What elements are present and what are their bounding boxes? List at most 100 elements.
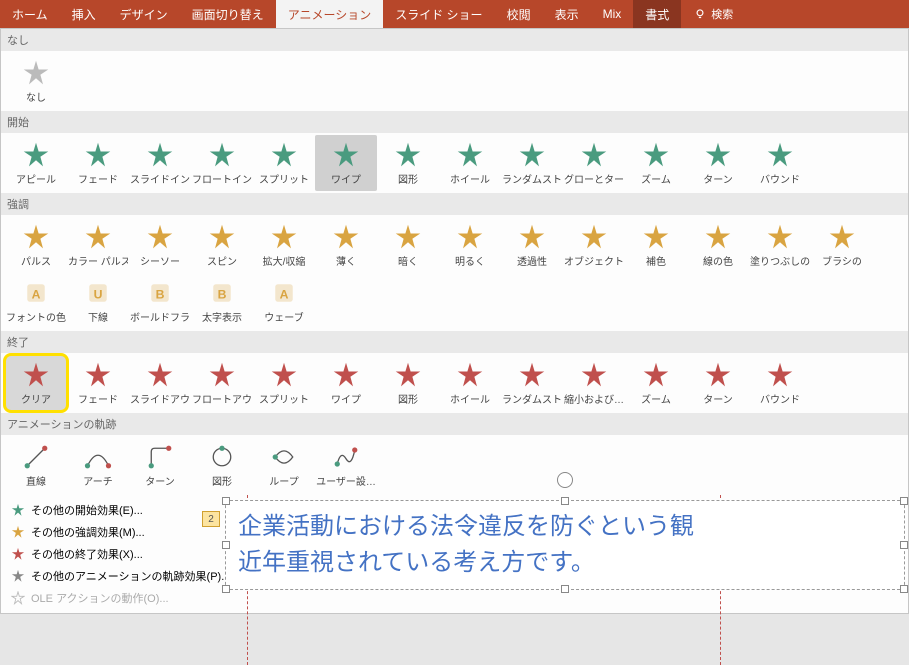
anim-effect-スプリット[interactable]: スプリット bbox=[253, 135, 315, 191]
svg-text:B: B bbox=[218, 287, 227, 301]
anim-effect-オブジェクト …[interactable]: オブジェクト … bbox=[563, 217, 625, 273]
tab-mix[interactable]: Mix bbox=[591, 0, 634, 28]
anim-effect-ワイプ[interactable]: ワイプ bbox=[315, 355, 377, 411]
anim-effect-フェード[interactable]: フェード bbox=[67, 135, 129, 191]
anim-effect-図形[interactable]: 図形 bbox=[191, 437, 253, 493]
resize-handle[interactable] bbox=[900, 585, 908, 593]
anim-effect-暗く[interactable]: 暗く bbox=[377, 217, 439, 273]
anim-effect-label: シーソー bbox=[140, 253, 180, 268]
tab-slideshow[interactable]: スライド ショー bbox=[383, 0, 494, 28]
star-icon bbox=[704, 223, 732, 251]
anim-effect-フロートイン[interactable]: フロートイン bbox=[191, 135, 253, 191]
resize-handle[interactable] bbox=[222, 541, 230, 549]
tab-transitions[interactable]: 画面切り替え bbox=[180, 0, 276, 28]
anim-effect-拡大/収縮[interactable]: 拡大/収縮 bbox=[253, 217, 315, 273]
anim-effect-パルス[interactable]: パルス bbox=[5, 217, 67, 273]
anim-effect-縮小および…[interactable]: 縮小および… bbox=[563, 355, 625, 411]
anim-effect-下線[interactable]: U下線 bbox=[67, 273, 129, 329]
anim-effect-ターン[interactable]: ターン bbox=[687, 135, 749, 191]
anim-effect-label: アーチ bbox=[83, 473, 112, 488]
anim-effect-図形[interactable]: 図形 bbox=[377, 355, 439, 411]
resize-handle[interactable] bbox=[561, 497, 569, 505]
slide-body-text[interactable]: 企業活動における法令違反を防ぐという観 近年重視されている考え方です。 bbox=[238, 509, 892, 581]
anim-effect-label: ボールドフラ… bbox=[130, 309, 190, 324]
star-icon bbox=[394, 361, 422, 389]
anim-effect-スプリット[interactable]: スプリット bbox=[253, 355, 315, 411]
anim-effect-label: 直線 bbox=[26, 473, 46, 488]
anim-effect-バウンド[interactable]: バウンド bbox=[749, 135, 811, 191]
resize-handle[interactable] bbox=[900, 497, 908, 505]
anim-effect-透過性[interactable]: 透過性 bbox=[501, 217, 563, 273]
anim-effect-塗りつぶしの色[interactable]: 塗りつぶしの色 bbox=[749, 217, 811, 273]
anim-effect-フェード[interactable]: フェード bbox=[67, 355, 129, 411]
anim-effect-ワイプ[interactable]: ワイプ bbox=[315, 135, 377, 191]
resize-handle[interactable] bbox=[222, 585, 230, 593]
animation-order-tag[interactable]: 2 bbox=[202, 511, 220, 527]
section-entrance-label: 開始 bbox=[1, 111, 908, 133]
motion-path-icon bbox=[146, 443, 174, 471]
anim-effect-ホイール[interactable]: ホイール bbox=[439, 135, 501, 191]
anim-effect-ランダムスト…[interactable]: ランダムスト… bbox=[501, 135, 563, 191]
section-emphasis-row: パルスカラー パルスシーソー スピン 拡大/収縮薄く暗く明るく透過性オブジェクト …… bbox=[1, 215, 908, 331]
anim-effect-label: アピール bbox=[16, 171, 56, 186]
anim-effect-ボールドフラ…[interactable]: Bボールドフラ… bbox=[129, 273, 191, 329]
tell-me-search[interactable]: 検索 bbox=[681, 0, 745, 28]
star-icon bbox=[11, 503, 25, 517]
anim-effect-label: ズーム bbox=[641, 391, 671, 406]
anim-effect-ウェーブ[interactable]: Aウェーブ bbox=[253, 273, 315, 329]
anim-effect-図形[interactable]: 図形 bbox=[377, 135, 439, 191]
tab-home[interactable]: ホーム bbox=[0, 0, 60, 28]
tab-design[interactable]: デザイン bbox=[108, 0, 180, 28]
star-icon bbox=[208, 223, 236, 251]
anim-effect-グローとターン[interactable]: グローとターン bbox=[563, 135, 625, 191]
star-icon bbox=[642, 223, 670, 251]
anim-effect-直線[interactable]: 直線 bbox=[5, 437, 67, 493]
tab-review[interactable]: 校閲 bbox=[495, 0, 543, 28]
star-icon bbox=[642, 361, 670, 389]
anim-effect-label: スピン bbox=[207, 253, 237, 268]
section-exit-label: 終了 bbox=[1, 331, 908, 353]
anim-effect-ユーザー設…[interactable]: ユーザー設… bbox=[315, 437, 377, 493]
anim-effect-ターン[interactable]: ターン bbox=[687, 355, 749, 411]
anim-effect-線の色[interactable]: 線の色 bbox=[687, 217, 749, 273]
anim-effect-label: ホイール bbox=[450, 171, 490, 186]
tab-view[interactable]: 表示 bbox=[543, 0, 591, 28]
resize-handle[interactable] bbox=[222, 497, 230, 505]
anim-effect-ランダムスト…[interactable]: ランダムスト… bbox=[501, 355, 563, 411]
anim-effect-薄く[interactable]: 薄く bbox=[315, 217, 377, 273]
anim-effect-ターン[interactable]: ターン bbox=[129, 437, 191, 493]
tab-insert[interactable]: 挿入 bbox=[60, 0, 108, 28]
anim-effect-太字表示[interactable]: B太字表示 bbox=[191, 273, 253, 329]
anim-effect-ズーム[interactable]: ズーム bbox=[625, 355, 687, 411]
anim-effect-ループ[interactable]: ループ bbox=[253, 437, 315, 493]
anim-effect-フォントの色[interactable]: Aフォントの色 bbox=[5, 273, 67, 329]
star-icon bbox=[456, 141, 484, 169]
anim-effect-ズーム[interactable]: ズーム bbox=[625, 135, 687, 191]
anim-effect-補色[interactable]: 補色 bbox=[625, 217, 687, 273]
resize-handle[interactable] bbox=[561, 585, 569, 593]
anim-effect-カラー パルス[interactable]: カラー パルス bbox=[67, 217, 129, 273]
anim-effect-シーソー[interactable]: シーソー bbox=[129, 217, 191, 273]
anim-effect-ブラシの[interactable]: ブラシの bbox=[811, 217, 873, 273]
anim-effect-スライドイン[interactable]: スライドイン bbox=[129, 135, 191, 191]
anim-effect-アピール[interactable]: アピール bbox=[5, 135, 67, 191]
star-icon bbox=[394, 141, 422, 169]
star-icon bbox=[518, 141, 546, 169]
more-effects-label: OLE アクションの動作(O)... bbox=[31, 590, 169, 606]
tab-format[interactable]: 書式 bbox=[633, 0, 681, 28]
rotate-handle[interactable] bbox=[557, 472, 573, 488]
anim-effect-ホイール[interactable]: ホイール bbox=[439, 355, 501, 411]
anim-effect-スピン[interactable]: スピン bbox=[191, 217, 253, 273]
anim-effect-クリア[interactable]: クリア bbox=[5, 355, 67, 411]
tab-animations[interactable]: アニメーション bbox=[276, 0, 384, 28]
anim-effect-明るく[interactable]: 明るく bbox=[439, 217, 501, 273]
anim-effect-label: なし bbox=[26, 89, 46, 104]
anim-effect-スライドアウト[interactable]: スライドアウト bbox=[129, 355, 191, 411]
anim-effect-バウンド[interactable]: バウンド bbox=[749, 355, 811, 411]
resize-handle[interactable] bbox=[900, 541, 908, 549]
anim-effect-フロートアウト[interactable]: フロートアウト bbox=[191, 355, 253, 411]
anim-effect-なし[interactable]: なし bbox=[5, 53, 67, 109]
anim-effect-label: ターン bbox=[703, 171, 733, 186]
text-placeholder[interactable]: 2 企業活動における法令違反を防ぐという観 近年重視されている考え方です。 bbox=[225, 500, 905, 590]
anim-effect-アーチ[interactable]: アーチ bbox=[67, 437, 129, 493]
